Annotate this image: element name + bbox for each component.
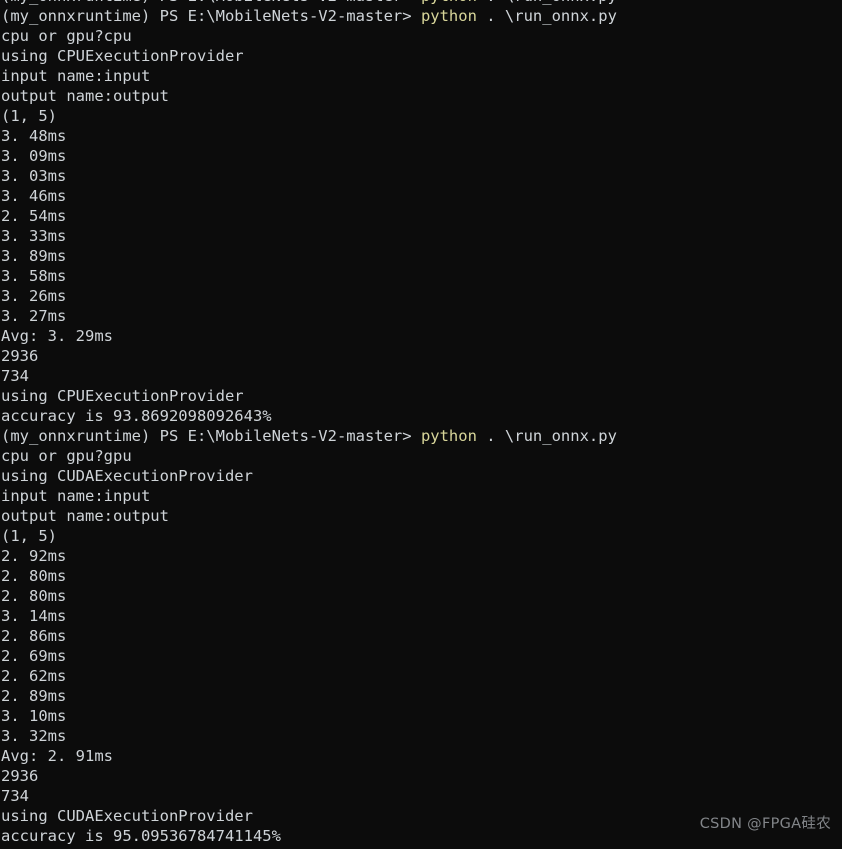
console-line-timing: 3. 10ms	[0, 706, 842, 726]
console-segment: 3. 26ms	[1, 287, 67, 305]
console-line-count: 734	[0, 366, 842, 386]
console-line-output: output name:output	[0, 506, 842, 526]
console-line-timing: 3. 89ms	[0, 246, 842, 266]
console-segment: 3. 46ms	[1, 187, 67, 205]
console-line-timing: 3. 14ms	[0, 606, 842, 626]
console-segment: 2. 54ms	[1, 207, 67, 225]
console-line-timing: 3. 03ms	[0, 166, 842, 186]
console-segment: output name:output	[1, 87, 169, 105]
console-line-timing: 2. 80ms	[0, 566, 842, 586]
console-line-timing: 3. 48ms	[0, 126, 842, 146]
console-line-output: input name:input	[0, 66, 842, 86]
console-line-timing: 3. 46ms	[0, 186, 842, 206]
console-line-timing: 3. 33ms	[0, 226, 842, 246]
console-segment: python	[420, 7, 477, 25]
console-segment: 2. 92ms	[1, 547, 67, 565]
console-line-output: output name:output	[0, 86, 842, 106]
console-segment: 2. 62ms	[1, 667, 67, 685]
console-segment: 734	[1, 367, 29, 385]
console-segment: 3. 48ms	[1, 127, 67, 145]
console-line-timing: 2. 80ms	[0, 586, 842, 606]
console-segment: 3. 32ms	[1, 727, 67, 745]
console-line-timing: 2. 92ms	[0, 546, 842, 566]
console-segment: using CPUExecutionProvider	[1, 47, 244, 65]
console-segment: 2. 69ms	[1, 647, 67, 665]
console-line-timing: 2. 62ms	[0, 666, 842, 686]
console-segment: 2. 80ms	[1, 567, 67, 585]
console-segment: input name:input	[1, 487, 151, 505]
console-line-output: input name:input	[0, 486, 842, 506]
console-line-prompt: (my_onnxruntime) PS E:\MobileNets-V2-mas…	[0, 6, 842, 26]
console-line-average: Avg: 3. 29ms	[0, 326, 842, 346]
console-segment: 734	[1, 787, 29, 805]
console-segment: 2. 86ms	[1, 627, 67, 645]
console-line-output: cpu or gpu?cpu	[0, 26, 842, 46]
terminal-window[interactable]: (my_onnxruntime) PS E:\MobileNets-V2-mas…	[0, 0, 842, 849]
console-segment: . \run_onnx.py	[476, 7, 617, 25]
console-segment: 3. 58ms	[1, 267, 67, 285]
console-segment: accuracy is 95.09536784741145%	[1, 827, 281, 845]
console-output[interactable]: (my_onnxruntime) PS E:\MobileNets-V2-mas…	[0, 0, 842, 849]
console-line-timing: 2. 86ms	[0, 626, 842, 646]
console-segment: using CUDAExecutionProvider	[1, 807, 253, 825]
console-line-output: cpu or gpu?gpu	[0, 446, 842, 466]
console-line-accuracy: accuracy is 93.8692098092643%	[0, 406, 842, 426]
console-line-timing: 3. 27ms	[0, 306, 842, 326]
console-segment: 2. 80ms	[1, 587, 67, 605]
console-line-output: (1, 5)	[0, 106, 842, 126]
console-segment: Avg: 3. 29ms	[1, 327, 113, 345]
console-segment: . \run_onnx.py	[476, 427, 617, 445]
console-line-average: Avg: 2. 91ms	[0, 746, 842, 766]
console-segment: 2936	[1, 347, 39, 365]
console-segment: 3. 14ms	[1, 607, 67, 625]
console-segment: (my_onnxruntime) PS E:\MobileNets-V2-mas…	[1, 0, 421, 5]
console-line-timing: 3. 09ms	[0, 146, 842, 166]
console-segment: (1, 5)	[1, 107, 57, 125]
console-segment: 3. 33ms	[1, 227, 67, 245]
console-segment: python	[420, 427, 477, 445]
console-line-output: using CPUExecutionProvider	[0, 46, 842, 66]
console-segment: 3. 03ms	[1, 167, 67, 185]
console-segment: (1, 5)	[1, 527, 57, 545]
console-line-output: using CUDAExecutionProvider	[0, 466, 842, 486]
csdn-watermark: CSDN @FPGA硅农	[699, 816, 831, 832]
console-segment: 2936	[1, 767, 39, 785]
console-segment: output name:output	[1, 507, 169, 525]
console-line-timing: 2. 54ms	[0, 206, 842, 226]
console-line-timing: 3. 26ms	[0, 286, 842, 306]
console-line-timing: 3. 32ms	[0, 726, 842, 746]
console-segment: input name:input	[1, 67, 151, 85]
console-line-timing: 2. 89ms	[0, 686, 842, 706]
console-segment: cpu or gpu?gpu	[1, 447, 132, 465]
console-line-count: 2936	[0, 346, 842, 366]
console-segment: cpu or gpu?cpu	[1, 27, 132, 45]
console-segment: (my_onnxruntime) PS E:\MobileNets-V2-mas…	[1, 7, 421, 25]
console-segment: 3. 09ms	[1, 147, 67, 165]
console-segment: accuracy is 93.8692098092643%	[1, 407, 272, 425]
console-segment: using CUDAExecutionProvider	[1, 467, 253, 485]
console-segment: 3. 10ms	[1, 707, 67, 725]
console-segment: 3. 89ms	[1, 247, 67, 265]
console-segment: using CPUExecutionProvider	[1, 387, 244, 405]
console-line-output: (1, 5)	[0, 526, 842, 546]
console-line-count: 734	[0, 786, 842, 806]
console-segment: Avg: 2. 91ms	[1, 747, 113, 765]
console-line-prompt: (my_onnxruntime) PS E:\MobileNets-V2-mas…	[0, 426, 842, 446]
console-line-output: using CPUExecutionProvider	[0, 386, 842, 406]
console-segment: python	[421, 0, 477, 5]
console-line-timing: 3. 58ms	[0, 266, 842, 286]
console-segment: 2. 89ms	[1, 687, 67, 705]
console-segment: 3. 27ms	[1, 307, 67, 325]
console-line-count: 2936	[0, 766, 842, 786]
console-line-timing: 2. 69ms	[0, 646, 842, 666]
console-segment: . \run_onnx.py	[477, 0, 617, 5]
console-segment: (my_onnxruntime) PS E:\MobileNets-V2-mas…	[1, 427, 421, 445]
